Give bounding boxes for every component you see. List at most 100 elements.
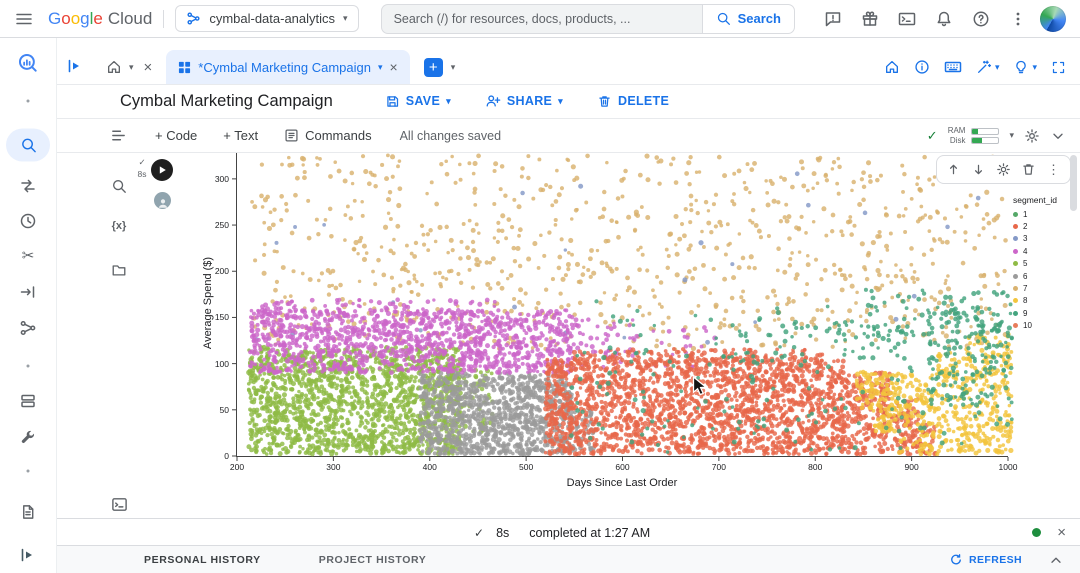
notebook-files-button[interactable] (102, 262, 136, 278)
chevron-down-icon[interactable]: ▾ (378, 63, 383, 72)
shortcuts-button[interactable] (944, 58, 962, 76)
bigquery-logo[interactable] (17, 52, 39, 74)
x-tick-label: 1000 (999, 462, 1018, 472)
divider (163, 10, 164, 28)
close-tab[interactable]: × (390, 60, 398, 74)
legend-entry: 5 (1013, 258, 1057, 270)
x-tick-label: 300 (326, 462, 340, 472)
project-icon (186, 11, 201, 26)
move-cell-up-button[interactable] (941, 158, 966, 182)
move-cell-down-button[interactable] (966, 158, 991, 182)
table-of-contents-button[interactable] (110, 127, 127, 144)
header-actions (814, 1, 1080, 37)
collapse-left-panel[interactable] (19, 546, 37, 564)
more-vert-icon[interactable] (999, 1, 1036, 37)
collapse-toolbar-button[interactable] (1050, 128, 1066, 144)
x-tick-label: 800 (808, 462, 822, 472)
chevron-down-icon[interactable]: ▾ (451, 63, 456, 72)
gift-icon[interactable] (851, 1, 888, 37)
delete-cell-button[interactable] (1016, 158, 1041, 182)
fullscreen-icon (1051, 60, 1066, 75)
nav-scheduled-queries[interactable] (19, 212, 37, 230)
nav-search-active[interactable] (6, 129, 50, 162)
resource-usage[interactable]: RAMDisk (948, 126, 1000, 145)
info-button[interactable] (914, 59, 930, 75)
x-tick-label: 900 (905, 462, 919, 472)
legend-title: segment_id (1013, 195, 1057, 205)
chevron-down-icon[interactable]: ▾ (129, 63, 134, 72)
close-home-tab[interactable]: × (144, 60, 153, 75)
home-tab[interactable] (106, 59, 122, 75)
run-cell-button[interactable] (151, 159, 173, 181)
tab-cymbal-marketing-campaign[interactable]: *Cymbal Marketing Campaign ▾ × (166, 50, 409, 84)
save-button[interactable]: SAVE ▾ (385, 94, 451, 109)
y-tick-label: 300 (215, 174, 229, 184)
x-tick-label: 700 (712, 462, 726, 472)
add-code-button[interactable]: + Code (155, 128, 197, 143)
cell-more-button[interactable]: ⋮ (1041, 158, 1066, 182)
hamburger-menu-icon[interactable] (0, 10, 48, 28)
output-scrollbar[interactable] (1070, 155, 1077, 211)
legend-label: 1 (1023, 210, 1027, 219)
notebook-terminal-button[interactable] (102, 496, 136, 513)
tab-personal-history[interactable]: PERSONAL HISTORY (144, 554, 261, 566)
delete-button[interactable]: DELETE (597, 94, 669, 109)
left-nav-rail: ✂ (0, 37, 57, 573)
google-cloud-console: Google Cloud cymbal-data-analytics ▾ Sea… (0, 0, 1080, 573)
collapse-history-button[interactable] (1048, 552, 1064, 568)
chevron-down-icon[interactable]: ▾ (1009, 131, 1014, 140)
search-icon (20, 137, 37, 154)
home-icon (106, 59, 122, 75)
cloud-shell-icon[interactable] (888, 1, 925, 37)
expand-explorer-panel[interactable] (66, 57, 84, 78)
tab-project-history[interactable]: PROJECT HISTORY (319, 554, 427, 566)
collaborator-avatar (154, 192, 171, 209)
refresh-button[interactable]: REFRESH (949, 553, 1022, 567)
legend-swatch (1013, 274, 1018, 279)
y-tick-label: 0 (224, 451, 229, 461)
usage-bars (971, 128, 999, 144)
magic-assist-button[interactable]: ▾ (976, 59, 1000, 75)
nav-monitoring-report[interactable] (20, 504, 37, 521)
user-avatar[interactable] (1040, 6, 1066, 32)
close-status-button[interactable]: × (1057, 525, 1066, 540)
global-search-input[interactable] (392, 11, 692, 27)
home-icon (884, 59, 900, 75)
share-button[interactable]: SHARE ▾ (485, 93, 563, 109)
trash-icon (597, 94, 612, 109)
scissors-icon: ✂ (22, 249, 35, 264)
y-tick-label: 150 (215, 312, 229, 322)
notebook-toolbar: + Code + Text Commands All changes saved… (56, 118, 1080, 153)
search-field[interactable] (381, 4, 702, 34)
nav-capacity[interactable] (19, 392, 37, 410)
settings-gear-button[interactable] (1024, 128, 1040, 144)
nav-pipelines[interactable] (19, 283, 37, 301)
merge-arrow-icon (19, 283, 37, 301)
legend-label: 5 (1023, 259, 1027, 268)
notebook-variables-button[interactable]: {x} (102, 220, 136, 232)
notifications-bell-icon[interactable] (925, 1, 962, 37)
nav-data-prep[interactable]: ✂ (22, 249, 35, 264)
new-tab-button[interactable]: + (424, 58, 443, 77)
help-icon[interactable] (962, 1, 999, 37)
add-text-button[interactable]: + Text (223, 128, 258, 143)
notebook-output-chart: Average Spend ($) Days Since Last Order … (195, 151, 1080, 502)
suggestions-button[interactable]: ▾ (1013, 59, 1037, 75)
search-button[interactable]: Search (702, 4, 795, 34)
home-button[interactable] (884, 59, 900, 75)
legend-swatch (1013, 249, 1018, 254)
legend-swatch (1013, 224, 1018, 229)
cell-settings-button[interactable] (991, 158, 1016, 182)
project-selector[interactable]: cymbal-data-analytics ▾ (175, 5, 358, 32)
gear-icon (1024, 128, 1040, 144)
commands-button[interactable]: Commands (284, 128, 371, 143)
logo-cloud-word: Cloud (108, 9, 152, 29)
nav-admin-tools[interactable] (19, 428, 37, 446)
nav-transfers[interactable] (19, 177, 37, 195)
fullscreen-button[interactable] (1051, 60, 1066, 75)
legend-label: 3 (1023, 234, 1027, 243)
editor-tab-strip: ▾ × *Cymbal Marketing Campaign ▾ × + ▾ ▾ (56, 50, 1080, 85)
notebook-find-button[interactable] (102, 178, 136, 194)
feedback-icon[interactable] (814, 1, 851, 37)
nav-data-sharing[interactable] (19, 319, 37, 337)
